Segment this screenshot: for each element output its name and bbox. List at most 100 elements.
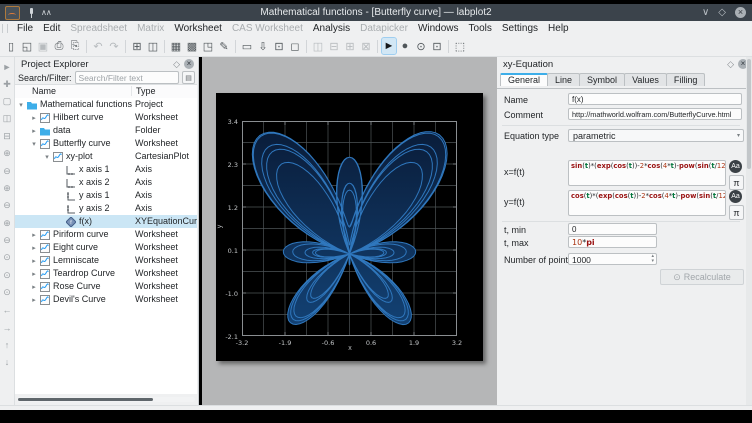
new-matrix-icon[interactable]: ▩: [185, 38, 199, 54]
new-datapicker-icon[interactable]: ◫: [146, 38, 160, 54]
search-input[interactable]: [75, 71, 179, 84]
new-folder-icon[interactable]: ▭: [240, 38, 254, 54]
new-worksheet-icon[interactable]: ◳: [201, 38, 215, 54]
export-icon[interactable]: ⊡: [272, 38, 286, 54]
t-min-field[interactable]: [568, 223, 657, 235]
tab-symbol[interactable]: Symbol: [579, 73, 625, 86]
tab-general[interactable]: General: [500, 73, 548, 86]
tree-row-f-x-[interactable]: ff(x)XYEquationCurve: [15, 215, 197, 228]
tab-filling[interactable]: Filling: [666, 73, 706, 86]
new-workbook-icon[interactable]: ⊞: [130, 38, 144, 54]
expanded-chevron-icon[interactable]: ▾: [43, 153, 51, 161]
select-region-icon[interactable]: ⬚: [453, 38, 467, 54]
insert-functions-button[interactable]: π: [729, 205, 744, 220]
close-window-icon[interactable]: ×: [735, 7, 746, 18]
points-spinbox[interactable]: 1000 ▴▾: [568, 253, 657, 265]
navigate-icon[interactable]: ✚: [1, 75, 14, 92]
auto-scale-x-icon[interactable]: ⊙: [1, 267, 14, 284]
toolbar-handle[interactable]: [2, 24, 8, 33]
zoom-in-y-icon[interactable]: ⊕: [1, 215, 14, 232]
tree-row-eight-curve[interactable]: ▸Eight curveWorksheet: [15, 241, 197, 254]
worksheet-page[interactable]: x y 3.42.31.20.1-1.0-2.1-3.2-1.9-0.60.61…: [216, 93, 483, 361]
menu-edit[interactable]: Edit: [38, 23, 65, 34]
print-preview-icon[interactable]: ⎘: [68, 38, 82, 54]
insert-constants-button[interactable]: Aa: [729, 160, 742, 173]
tree-row-hilbert-curve[interactable]: ▸Hilbert curveWorksheet: [15, 111, 197, 124]
zoom-select-icon[interactable]: ▢: [1, 93, 14, 110]
collapsed-chevron-icon[interactable]: ▸: [30, 244, 38, 252]
tree-row-xy-plot[interactable]: ▾xy-plotCartesianPlot: [15, 150, 197, 163]
menu-help[interactable]: Help: [543, 23, 574, 34]
shift-down-y-icon[interactable]: ↓: [1, 354, 14, 371]
recalculate-button[interactable]: ⊙ Recalculate: [660, 269, 744, 285]
collapsed-chevron-icon[interactable]: ▸: [30, 283, 38, 291]
shade-window-icon[interactable]: ∨: [702, 7, 709, 18]
tree-row-y-axis-1[interactable]: y axis 1Axis: [15, 189, 197, 202]
tree-column-headers[interactable]: Name Type: [15, 84, 197, 99]
shift-up-y-icon[interactable]: ↑: [1, 336, 14, 353]
expanded-chevron-icon[interactable]: ▾: [17, 101, 25, 109]
tree-row-x-axis-1[interactable]: x axis 1Axis: [15, 163, 197, 176]
column-header-type[interactable]: Type: [131, 86, 156, 96]
zoom-select-icon[interactable]: ⊡: [430, 38, 444, 54]
tree-row-piriform-curve[interactable]: ▸Piriform curveWorksheet: [15, 228, 197, 241]
collapsed-chevron-icon[interactable]: ▸: [30, 270, 38, 278]
tree-row-butterfly-curve[interactable]: ▾Butterfly curveWorksheet: [15, 137, 197, 150]
select-edit-icon[interactable]: ►: [1, 58, 14, 75]
import-data-icon[interactable]: ⇩: [256, 38, 270, 54]
expanded-chevron-icon[interactable]: ▾: [30, 140, 38, 148]
float-panel-icon[interactable]: ◇: [727, 59, 734, 70]
insert-functions-button[interactable]: π: [729, 175, 744, 190]
menu-windows[interactable]: Windows: [413, 23, 464, 34]
tree-row-y-axis-2[interactable]: y axis 2Axis: [15, 202, 197, 215]
collapsed-chevron-icon[interactable]: ▸: [30, 231, 38, 239]
x-equation-field[interactable]: sin(t)*(exp(cos(t))-2*cos(4*t)-pow(sin(t…: [568, 160, 726, 186]
float-panel-icon[interactable]: ◇: [173, 59, 180, 70]
auto-scale-icon[interactable]: ⊙: [1, 249, 14, 266]
zoom-out-x-icon[interactable]: ⊖: [1, 197, 14, 214]
zoom-out-y-icon[interactable]: ⊖: [1, 232, 14, 249]
navigate-cursor-icon[interactable]: ►: [382, 38, 396, 54]
tab-line[interactable]: Line: [547, 73, 580, 86]
print-icon[interactable]: ⎙: [52, 38, 66, 54]
insert-constants-button[interactable]: Aa: [729, 190, 742, 203]
collapsed-chevron-icon[interactable]: ▸: [30, 257, 38, 265]
tab-values[interactable]: Values: [624, 73, 667, 86]
filter-options-button[interactable]: ▤: [182, 71, 195, 84]
open-document-icon[interactable]: ◱: [20, 38, 34, 54]
new-document-icon[interactable]: ▯: [4, 38, 18, 54]
equation-type-combobox[interactable]: parametric▾: [568, 129, 744, 142]
xy-plot[interactable]: [242, 121, 457, 336]
y-equation-field[interactable]: cos(t)*(exp(cos(t))-2*cos(4*t)-pow(sin(t…: [568, 190, 726, 216]
auto-scale-icon[interactable]: ⊙: [414, 38, 428, 54]
comment-field[interactable]: [568, 108, 742, 120]
column-header-name[interactable]: Name: [32, 86, 56, 96]
new-spreadsheet-icon[interactable]: ▦: [169, 38, 183, 54]
zoom-in-icon[interactable]: ⊕: [1, 145, 14, 162]
menu-worksheet[interactable]: Worksheet: [169, 23, 227, 34]
tree-row-mathematical-functions[interactable]: ▾Mathematical functionsProject: [15, 98, 197, 111]
tree-row-devil-s-curve[interactable]: ▸Devil's CurveWorksheet: [15, 293, 197, 306]
collapsed-chevron-icon[interactable]: ▸: [30, 296, 38, 304]
zoom-y-select-icon[interactable]: ⊟: [1, 128, 14, 145]
vertical-scrollbar[interactable]: [746, 57, 752, 405]
shift-right-x-icon[interactable]: →: [1, 319, 14, 336]
collapsed-chevron-icon[interactable]: ▸: [30, 127, 38, 135]
menu-file[interactable]: File: [12, 23, 38, 34]
auto-scale-y-icon[interactable]: ⊙: [1, 284, 14, 301]
tree-row-data[interactable]: ▸dataFolder: [15, 124, 197, 137]
name-field[interactable]: [568, 93, 742, 105]
zoom-tool-icon[interactable]: ●: [398, 38, 412, 54]
zoom-x-select-icon[interactable]: ◫: [1, 110, 14, 127]
tree-row-rose-curve[interactable]: ▸Rose CurveWorksheet: [15, 280, 197, 293]
shift-left-x-icon[interactable]: ←: [1, 301, 14, 318]
tree-row-lemniscate[interactable]: ▸LemniscateWorksheet: [15, 254, 197, 267]
zoom-fit-icon[interactable]: ◻: [288, 38, 302, 54]
menu-tools[interactable]: Tools: [464, 23, 497, 34]
collapsed-chevron-icon[interactable]: ▸: [30, 114, 38, 122]
zoom-out-icon[interactable]: ⊖: [1, 162, 14, 179]
maximize-icon[interactable]: ◇: [718, 7, 726, 18]
menu-settings[interactable]: Settings: [497, 23, 543, 34]
new-notes-icon[interactable]: ✎: [217, 38, 231, 54]
menu-analysis[interactable]: Analysis: [308, 23, 355, 34]
